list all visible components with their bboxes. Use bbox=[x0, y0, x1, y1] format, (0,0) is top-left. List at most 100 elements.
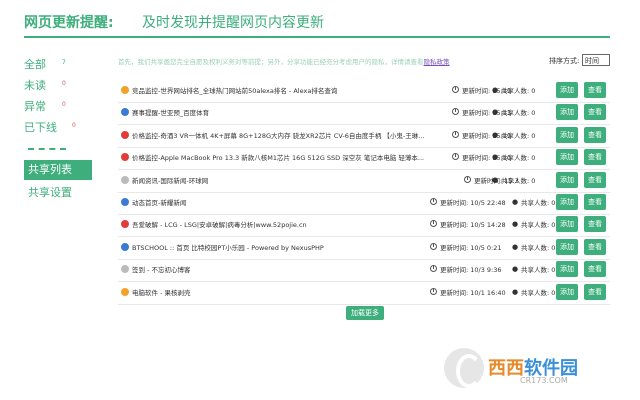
table-row: 动态首页-新耀新闻 更新时间: 10/5 22:48 ● 共享人数: 0 添加 查看 bbox=[118, 192, 610, 215]
sidebar-item-unread[interactable]: 未读 0 bbox=[24, 77, 94, 95]
row-title[interactable]: 动态首页-新耀新闻 bbox=[132, 197, 432, 207]
add-button[interactable]: 添加 bbox=[556, 283, 578, 300]
sort-select[interactable]: 时间 bbox=[582, 54, 610, 66]
row-title[interactable]: 新闻资讯-国际新闻-环球网 bbox=[132, 175, 432, 185]
count-badge: 0 bbox=[62, 101, 66, 108]
row-title[interactable]: BTSCHOOL :: 首页 比特校园PT小乐园 - Powered by Ne… bbox=[132, 242, 432, 252]
update-time: 更新时间: 10/3 9:36 bbox=[440, 266, 502, 275]
site-favicon-icon bbox=[121, 287, 129, 296]
update-time: 更新时间: 10/5 0:21 bbox=[440, 243, 502, 252]
view-button[interactable]: 查看 bbox=[584, 126, 606, 143]
clock-icon bbox=[430, 220, 437, 228]
add-button[interactable]: 添加 bbox=[556, 82, 578, 98]
sidebar-divider bbox=[28, 148, 66, 150]
load-more-button[interactable]: 加载更多 bbox=[346, 306, 384, 320]
count-badge: 7 bbox=[62, 59, 66, 66]
update-time: 更新时间: 10/5 22:48 bbox=[440, 199, 506, 207]
table-row: BTSCHOOL :: 首页 比特校园PT小乐园 - Powered by Ne… bbox=[118, 237, 610, 260]
share-count: 共享人数: 0 bbox=[501, 154, 536, 163]
row-title[interactable]: 价格监控-Apple MacBook Pro 13.3 新款八核M1芯片 16G… bbox=[132, 152, 432, 162]
view-button[interactable]: 查看 bbox=[584, 194, 606, 210]
share-count: 共享人数: 0 bbox=[521, 243, 556, 252]
add-button[interactable]: 添加 bbox=[556, 149, 578, 166]
share-count: 共享人数: 0 bbox=[501, 109, 536, 118]
sidebar-item-offline[interactable]: 已下线 0 bbox=[24, 119, 94, 137]
sidebar-item-label: 异常 bbox=[24, 100, 46, 113]
add-button[interactable]: 添加 bbox=[556, 238, 578, 255]
count-badge: 0 bbox=[72, 122, 76, 129]
users-icon: ● bbox=[512, 198, 519, 206]
site-favicon-icon bbox=[121, 175, 129, 184]
users-icon: ● bbox=[512, 265, 519, 274]
sidebar-item-share-settings[interactable]: 共享设置 bbox=[28, 184, 72, 200]
view-button[interactable]: 查看 bbox=[584, 261, 606, 278]
site-favicon-icon bbox=[121, 153, 129, 162]
update-time: 更新时间: 10/1 16:40 bbox=[440, 288, 506, 297]
view-button[interactable]: 查看 bbox=[584, 283, 606, 300]
users-icon: ● bbox=[492, 153, 499, 162]
add-button[interactable]: 添加 bbox=[556, 104, 578, 121]
view-button[interactable]: 查看 bbox=[584, 171, 606, 188]
sort-label: 排序方式: bbox=[549, 57, 580, 65]
site-favicon-icon bbox=[121, 265, 129, 274]
privacy-notice: 首先，我们共享邀您完全自愿及权利义务对等前提；另外，分享功能已经充分考虑用户的隐… bbox=[118, 56, 538, 66]
site-favicon-icon bbox=[121, 220, 129, 229]
view-button[interactable]: 查看 bbox=[584, 149, 606, 166]
view-button[interactable]: 查看 bbox=[584, 238, 606, 255]
row-title[interactable]: 电脑软件 - 果核剥壳 bbox=[132, 287, 432, 297]
sidebar-item-error[interactable]: 异常 0 bbox=[24, 98, 94, 116]
row-title[interactable]: 吾爱破解 - LCG - LSG|安卓破解|病毒分析|www.52pojie.c… bbox=[132, 219, 432, 229]
add-button[interactable]: 添加 bbox=[556, 126, 578, 143]
site-favicon-icon bbox=[121, 108, 129, 117]
clock-icon bbox=[430, 265, 437, 273]
view-button[interactable]: 查看 bbox=[584, 104, 606, 121]
watermark-text-a: 西西 bbox=[488, 358, 524, 379]
sidebar-item-label: 已下线 bbox=[24, 121, 57, 134]
count-badge: 0 bbox=[62, 80, 66, 87]
sidebar-item-share-list[interactable]: 共享列表 bbox=[24, 160, 92, 180]
clock-icon bbox=[430, 242, 437, 250]
watermark-url: CR173.COM bbox=[520, 376, 568, 385]
table-row: 赛事提醒-世亚预_百度体育 更新时间: 15:13 ● 共享人数: 0 添加 查看 bbox=[118, 102, 610, 126]
add-button[interactable]: 添加 bbox=[556, 261, 578, 278]
add-button[interactable]: 添加 bbox=[556, 171, 578, 188]
clock-icon bbox=[452, 108, 459, 116]
share-count: 共享人数: 0 bbox=[501, 176, 536, 185]
share-count: 共享人数: 0 bbox=[521, 266, 556, 275]
sidebar-item-label: 未读 bbox=[24, 79, 46, 92]
add-button[interactable]: 添加 bbox=[556, 216, 578, 233]
table-row: 价格监控-Apple MacBook Pro 13.3 新款八核M1芯片 16G… bbox=[118, 147, 610, 171]
add-button[interactable]: 添加 bbox=[556, 194, 578, 210]
table-row: 签到 - 不忘初心博客 更新时间: 10/3 9:36 ● 共享人数: 0 添加 查看 bbox=[118, 259, 610, 283]
table-row: 价格监控-奇酒3 VR一体机 4K+屏幕 8G+128G大内存 骁龙XR2芯片 … bbox=[118, 125, 610, 148]
share-count: 共享人数: 0 bbox=[501, 131, 536, 140]
users-icon: ● bbox=[492, 108, 499, 117]
view-button[interactable]: 查看 bbox=[584, 82, 606, 98]
users-icon: ● bbox=[492, 86, 499, 94]
watermark-logo bbox=[444, 348, 484, 388]
clock-icon bbox=[452, 153, 459, 161]
users-icon: ● bbox=[492, 130, 499, 139]
privacy-policy-link[interactable]: 隐私政策 bbox=[424, 58, 450, 66]
site-favicon-icon bbox=[121, 242, 129, 251]
notice-text: 首先，我们共享邀您完全自愿及权利义务对等前提；另外，分享功能已经充分考虑用户的隐… bbox=[118, 58, 424, 66]
page-subtitle: 及时发现并提醒网页内容更新 bbox=[142, 15, 324, 31]
row-title[interactable]: 价格监控-奇酒3 VR一体机 4K+屏幕 8G+128G大内存 骁龙XR2芯片 … bbox=[132, 130, 432, 140]
row-title[interactable]: 竞品监控-世界网站排名_全球热门网站前50alexa排名 - Alexa排名查询 bbox=[132, 85, 432, 95]
site-favicon-icon bbox=[121, 198, 129, 206]
clock-icon bbox=[464, 175, 471, 183]
update-time: 更新时间: 10/5 14:28 bbox=[440, 221, 506, 230]
users-icon: ● bbox=[512, 242, 519, 251]
row-title[interactable]: 签到 - 不忘初心博客 bbox=[132, 264, 432, 274]
row-title[interactable]: 赛事提醒-世亚预_百度体育 bbox=[132, 107, 432, 117]
table-row: 电脑软件 - 果核剥壳 更新时间: 10/1 16:40 ● 共享人数: 0 添加 查看 bbox=[118, 282, 610, 305]
share-count: 共享人数: 0 bbox=[501, 87, 536, 95]
sidebar-item-all[interactable]: 全部 7 bbox=[24, 56, 94, 74]
table-row: 吾爱破解 - LCG - LSG|安卓破解|病毒分析|www.52pojie.c… bbox=[118, 214, 610, 238]
page-title: 网页更新提醒: bbox=[24, 15, 114, 31]
view-button[interactable]: 查看 bbox=[584, 216, 606, 233]
clock-icon bbox=[452, 130, 459, 138]
clock-icon bbox=[430, 198, 437, 205]
users-icon: ● bbox=[492, 175, 499, 184]
table-row: 竞品监控-世界网站排名_全球热门网站前50alexa排名 - Alexa排名查询… bbox=[118, 80, 610, 103]
